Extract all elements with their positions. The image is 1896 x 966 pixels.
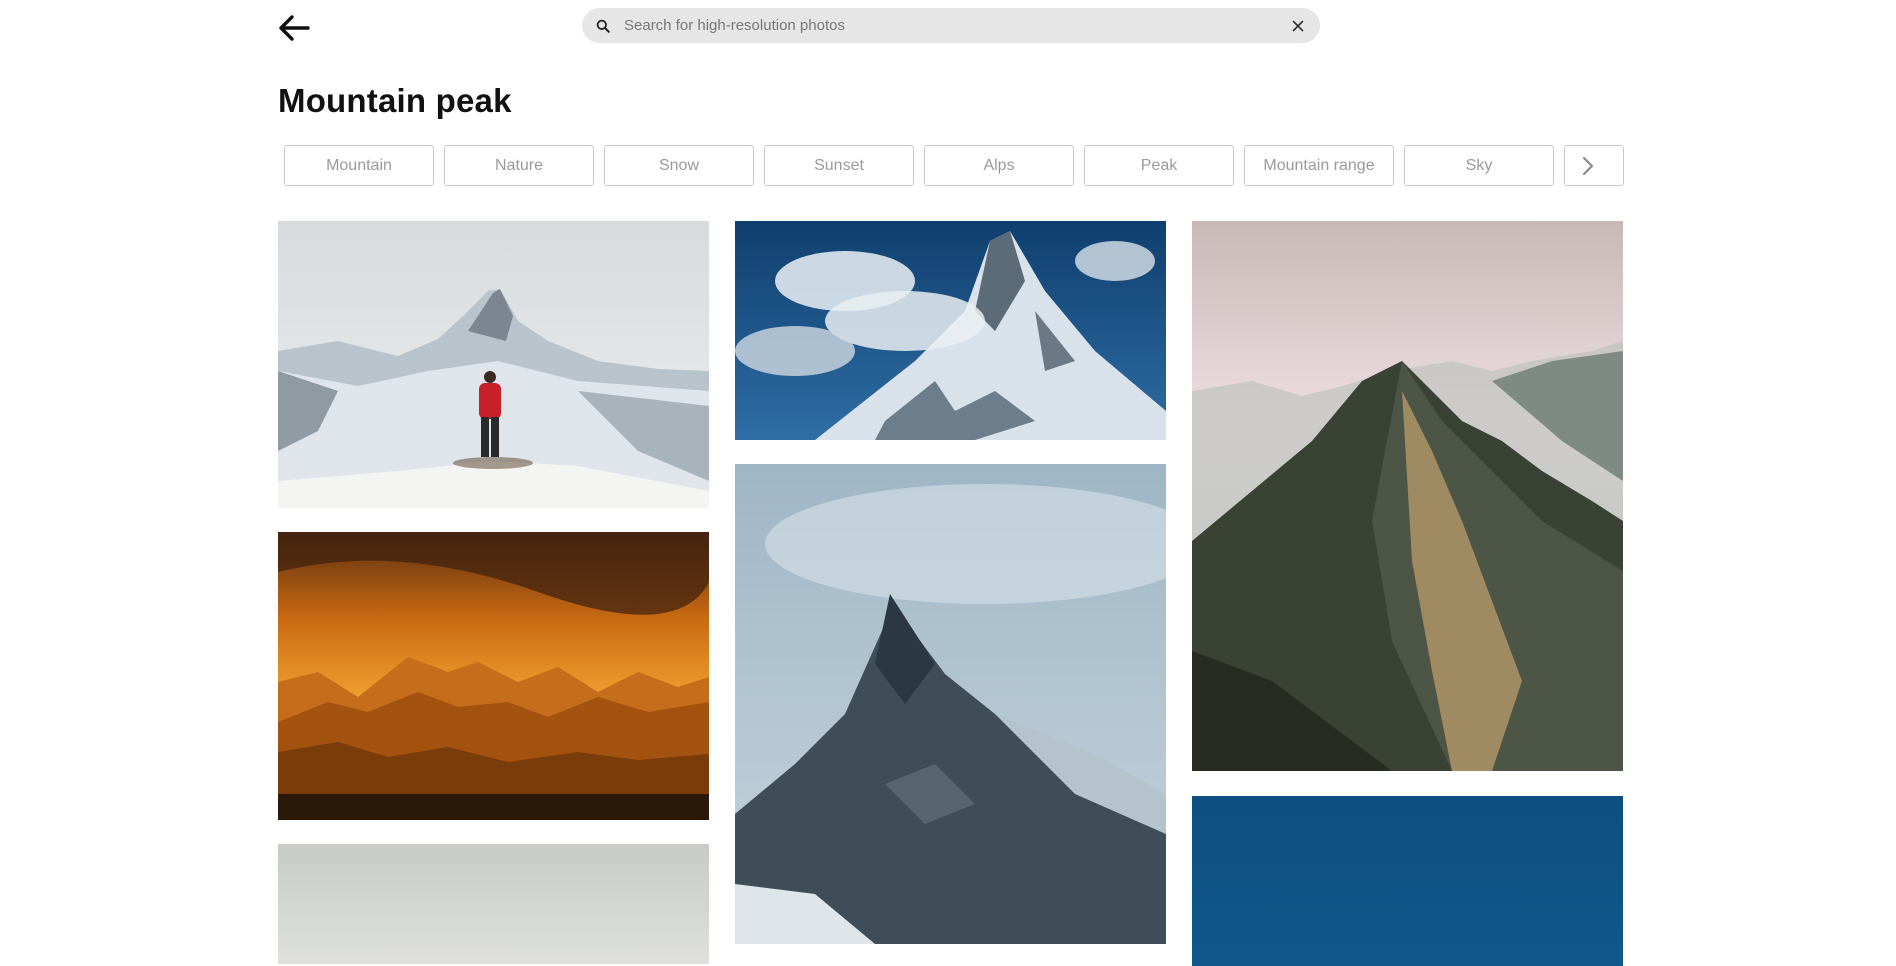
arrow-left-icon	[279, 15, 310, 41]
magnifier-icon	[596, 18, 612, 34]
tag-chip-snow[interactable]: Snow	[604, 145, 754, 186]
tag-chip-sky[interactable]: Sky	[1404, 145, 1554, 186]
photo-misty-grey-peak[interactable]	[278, 844, 709, 964]
tag-chip-mountain[interactable]: Mountain	[284, 145, 434, 186]
photo-orange-sunset-silhouettes[interactable]	[278, 532, 709, 820]
tag-chip-sunset[interactable]: Sunset	[764, 145, 914, 186]
tag-chip-mountain-range[interactable]: Mountain range	[1244, 145, 1394, 186]
close-icon[interactable]	[1290, 18, 1306, 34]
back-button[interactable]	[276, 10, 312, 46]
tag-chip-alps[interactable]: Alps	[924, 145, 1074, 186]
tag-chip-nature[interactable]: Nature	[444, 145, 594, 186]
photo-green-ridge-pink-sky[interactable]	[1192, 221, 1623, 771]
tag-chip-peak[interactable]: Peak	[1084, 145, 1234, 186]
photo-hiker-matterhorn[interactable]	[278, 221, 709, 508]
search-input[interactable]	[622, 16, 1290, 35]
photo-dark-rocky-peak[interactable]	[735, 464, 1166, 944]
photo-snowy-peak-clouds[interactable]	[735, 221, 1166, 440]
tag-chips-row: Mountain Nature Snow Sunset Alps Peak Mo…	[278, 145, 1624, 188]
chevron-right-icon	[1582, 156, 1594, 175]
page-title: Mountain peak	[278, 82, 512, 119]
photo-deep-blue-sky[interactable]	[1192, 796, 1623, 966]
tags-next-button[interactable]	[1564, 145, 1624, 186]
search-bar[interactable]	[582, 8, 1320, 43]
